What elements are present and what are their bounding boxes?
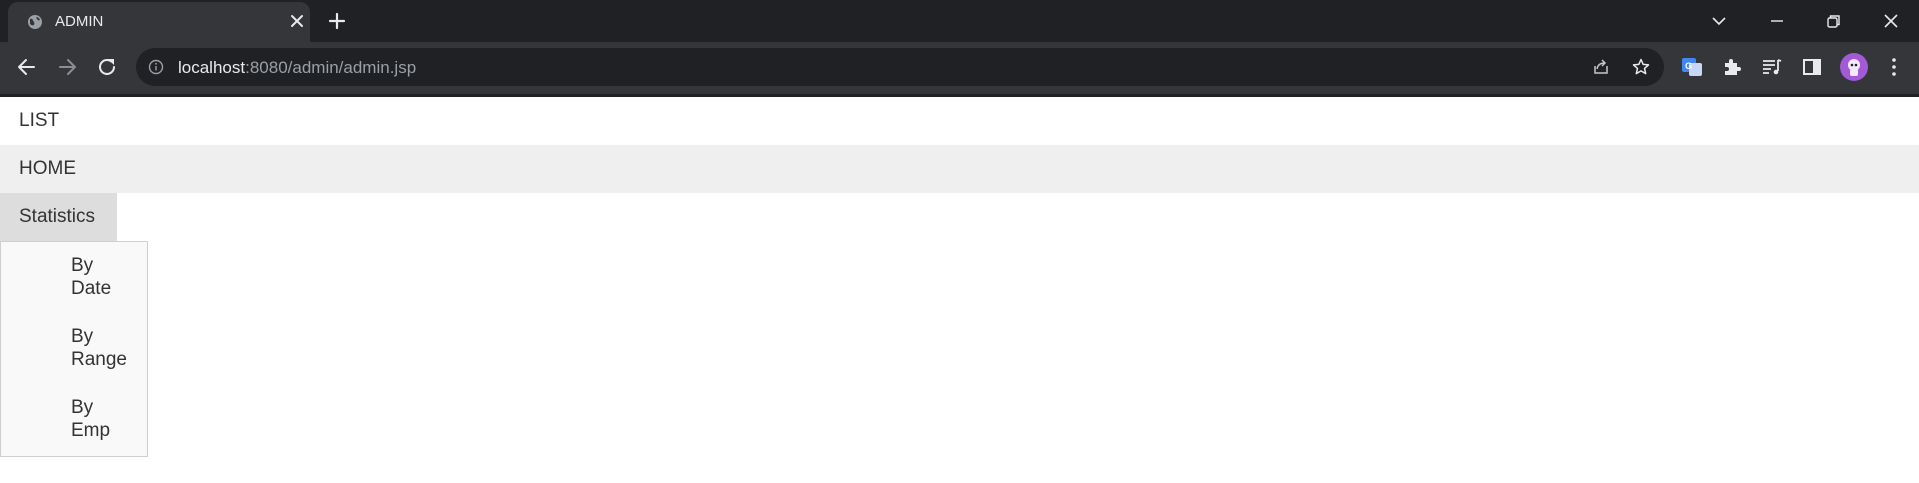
menu-item-label: LIST xyxy=(19,110,60,131)
dropdown-item-line: By xyxy=(71,255,94,276)
star-icon[interactable] xyxy=(1631,57,1651,77)
address-bar[interactable]: localhost:8080/admin/admin.jsp xyxy=(136,48,1664,86)
media-icon[interactable] xyxy=(1760,55,1784,79)
svg-text:G: G xyxy=(1685,61,1692,71)
avatar[interactable] xyxy=(1840,53,1868,81)
kebab-menu-icon[interactable] xyxy=(1882,55,1906,79)
share-icon[interactable] xyxy=(1591,57,1611,77)
tab-title: ADMIN xyxy=(55,13,104,30)
close-window-icon[interactable] xyxy=(1878,8,1904,34)
plus-icon[interactable] xyxy=(326,10,348,32)
browser-toolbar: localhost:8080/admin/admin.jsp G xyxy=(0,42,1919,94)
url-host: localhost xyxy=(178,58,246,77)
menu-item-home[interactable]: HOME xyxy=(0,145,1919,193)
browser-tabstrip: ADMIN xyxy=(0,0,1919,42)
chevron-down-icon[interactable] xyxy=(1706,8,1732,34)
dropdown-item-by-emp[interactable]: By Emp xyxy=(71,396,141,442)
reload-icon[interactable] xyxy=(94,54,120,80)
dropdown-item-line: Emp xyxy=(71,420,111,441)
close-icon[interactable] xyxy=(288,12,306,30)
menu-item-statistics[interactable]: Statistics xyxy=(0,193,117,241)
sidepanel-icon[interactable] xyxy=(1800,55,1824,79)
browser-tab-admin[interactable]: ADMIN xyxy=(8,2,310,42)
forward-icon[interactable] xyxy=(54,54,80,80)
dropdown-item-line: By xyxy=(71,326,94,347)
dropdown-item-by-range[interactable]: By Range xyxy=(71,325,141,371)
dropdown-item-line: Date xyxy=(71,278,112,299)
back-icon[interactable] xyxy=(14,54,40,80)
menu-item-label: Statistics xyxy=(19,206,96,227)
dropdown-item-by-date[interactable]: By Date xyxy=(71,254,141,300)
info-icon[interactable] xyxy=(148,59,164,75)
statistics-dropdown: By Date By Range By Emp xyxy=(0,241,148,457)
puzzle-icon[interactable] xyxy=(1720,55,1744,79)
restore-icon[interactable] xyxy=(1820,8,1846,34)
menu-item-label: HOME xyxy=(19,158,76,179)
url-path: :8080/admin/admin.jsp xyxy=(245,58,417,77)
dropdown-item-line: By xyxy=(71,397,94,418)
minimize-icon[interactable] xyxy=(1764,8,1790,34)
globe-icon xyxy=(28,15,42,29)
dropdown-item-line: Range xyxy=(71,349,127,370)
url-text[interactable]: localhost:8080/admin/admin.jsp xyxy=(178,58,416,78)
translate-icon[interactable]: G xyxy=(1680,55,1704,79)
page-content: LIST HOME Statistics By Date By Range By… xyxy=(0,97,1919,483)
menu-item-list[interactable]: LIST xyxy=(0,97,1919,145)
